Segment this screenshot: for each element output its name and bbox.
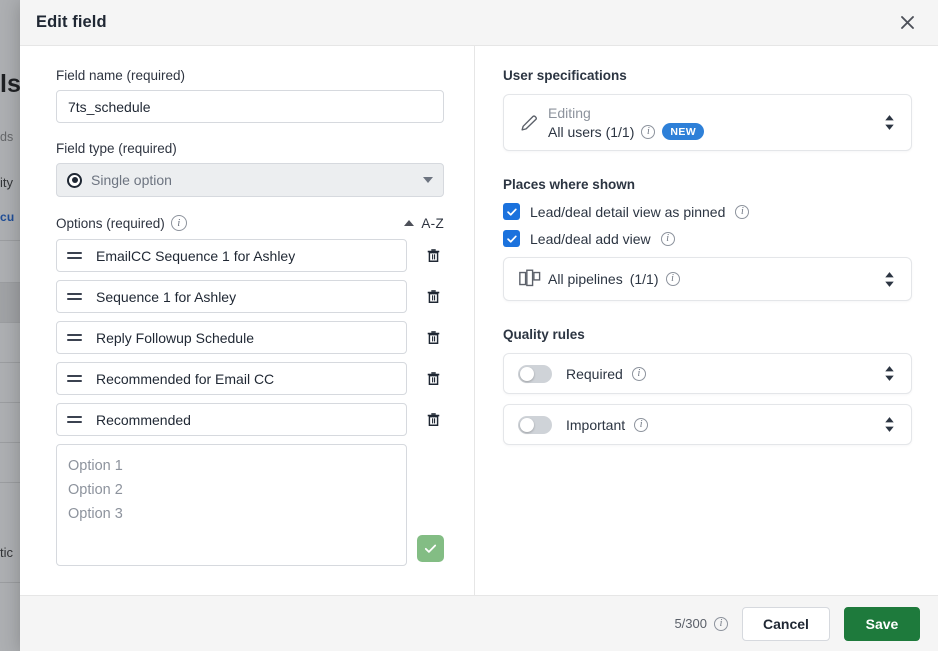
- delete-option-button[interactable]: [422, 286, 444, 308]
- options-list: EmailCC Sequence 1 for Ashley Sequence 1 …: [56, 239, 442, 436]
- cancel-button[interactable]: Cancel: [742, 607, 830, 641]
- option-row: Recommended for Email CC: [56, 362, 444, 395]
- drag-handle-icon[interactable]: [67, 293, 82, 300]
- edit-field-dialog: Edit field Field name (required) Field t…: [20, 0, 938, 651]
- left-pane: Field name (required) Field type (requir…: [20, 46, 475, 595]
- info-icon[interactable]: i: [735, 205, 749, 219]
- pipelines-icon: [518, 268, 548, 290]
- editing-card-users: All users (1/1): [548, 124, 634, 140]
- drag-handle-icon[interactable]: [67, 334, 82, 341]
- option-row: Sequence 1 for Ashley: [56, 280, 444, 313]
- field-name-label: Field name (required): [56, 68, 442, 83]
- info-icon[interactable]: i: [632, 367, 646, 381]
- option-input[interactable]: Reply Followup Schedule: [56, 321, 407, 354]
- places-where-shown-title: Places where shown: [503, 177, 918, 192]
- toggle-off[interactable]: [518, 416, 552, 434]
- field-type-value: Single option: [91, 172, 172, 188]
- toggle-off[interactable]: [518, 365, 552, 383]
- places-checkbox-list: Lead/deal detail view as pinnediLead/dea…: [489, 203, 918, 247]
- new-options-row: [56, 444, 444, 566]
- drag-handle-icon[interactable]: [67, 252, 82, 259]
- save-button[interactable]: Save: [844, 607, 920, 641]
- option-text: EmailCC Sequence 1 for Ashley: [96, 248, 295, 264]
- info-icon[interactable]: i: [171, 215, 187, 231]
- right-pane: User specifications Editing All users (1…: [475, 46, 938, 595]
- options-header: Options (required) i A-Z: [56, 215, 444, 231]
- checkbox-checked[interactable]: [503, 230, 520, 247]
- checkbox-checked[interactable]: [503, 203, 520, 220]
- counter-value: 5/300: [674, 616, 707, 631]
- pipelines-count: (1/1): [630, 271, 659, 287]
- drag-handle-icon[interactable]: [67, 375, 82, 382]
- dialog-footer: 5/300 i Cancel Save: [20, 595, 938, 651]
- options-label: Options (required): [56, 216, 165, 231]
- confirm-options-button[interactable]: [417, 535, 444, 562]
- quality-rule-card[interactable]: Important i: [503, 404, 912, 445]
- sort-az-label: A-Z: [421, 216, 444, 231]
- option-text: Sequence 1 for Ashley: [96, 289, 236, 305]
- field-type-label: Field type (required): [56, 141, 442, 156]
- option-input[interactable]: EmailCC Sequence 1 for Ashley: [56, 239, 407, 272]
- editing-card-bottom: All users (1/1) i NEW: [548, 123, 704, 140]
- delete-option-button[interactable]: [422, 409, 444, 431]
- field-type-select[interactable]: Single option: [56, 163, 444, 197]
- option-text: Reply Followup Schedule: [96, 330, 254, 346]
- option-input[interactable]: Sequence 1 for Ashley: [56, 280, 407, 313]
- expand-collapse-icon[interactable]: [882, 364, 897, 383]
- sort-az-button[interactable]: A-Z: [404, 216, 444, 231]
- quality-rule-label: Required: [566, 366, 623, 382]
- editing-card-top-label: Editing: [548, 105, 704, 121]
- option-input[interactable]: Recommended: [56, 403, 407, 436]
- place-checkbox-row[interactable]: Lead/deal detail view as pinned i: [503, 203, 918, 220]
- info-icon[interactable]: i: [714, 617, 728, 631]
- quality-rule-card[interactable]: Required i: [503, 353, 912, 394]
- close-icon[interactable]: [892, 8, 922, 38]
- delete-option-button[interactable]: [422, 368, 444, 390]
- info-icon[interactable]: i: [641, 125, 655, 139]
- checkbox-label: Lead/deal add view: [530, 231, 651, 247]
- expand-collapse-icon[interactable]: [882, 113, 897, 132]
- option-text: Recommended for Email CC: [96, 371, 274, 387]
- new-badge: NEW: [662, 123, 704, 140]
- quality-rule-label: Important: [566, 417, 625, 433]
- option-row: Recommended: [56, 403, 444, 436]
- option-row: Reply Followup Schedule: [56, 321, 444, 354]
- options-label-group: Options (required) i: [56, 215, 187, 231]
- dialog-body: Field name (required) Field type (requir…: [20, 46, 938, 595]
- dialog-header: Edit field: [20, 0, 938, 46]
- expand-collapse-icon[interactable]: [882, 415, 897, 434]
- pencil-icon: [518, 112, 548, 134]
- chevron-down-icon: [423, 177, 433, 183]
- radio-icon: [67, 173, 82, 188]
- expand-collapse-icon[interactable]: [882, 270, 897, 289]
- user-specifications-title: User specifications: [503, 68, 918, 83]
- option-row: EmailCC Sequence 1 for Ashley: [56, 239, 444, 272]
- pipelines-label: All pipelines: [548, 271, 623, 287]
- field-name-input[interactable]: [56, 90, 444, 123]
- delete-option-button[interactable]: [422, 327, 444, 349]
- triangle-up-icon: [404, 220, 414, 226]
- quality-rules-list: Required i Important i: [489, 353, 918, 445]
- place-checkbox-row[interactable]: Lead/deal add view i: [503, 230, 918, 247]
- editing-card-body: Editing All users (1/1) i NEW: [548, 105, 704, 140]
- pipelines-card[interactable]: All pipelines (1/1) i: [503, 257, 912, 301]
- option-text: Recommended: [96, 412, 191, 428]
- new-options-textarea[interactable]: [56, 444, 407, 566]
- info-icon[interactable]: i: [666, 272, 680, 286]
- checkbox-label: Lead/deal detail view as pinned: [530, 204, 725, 220]
- option-input[interactable]: Recommended for Email CC: [56, 362, 407, 395]
- dialog-title: Edit field: [36, 13, 107, 32]
- editing-permission-card[interactable]: Editing All users (1/1) i NEW: [503, 94, 912, 151]
- quality-rules-title: Quality rules: [503, 327, 918, 342]
- drag-handle-icon[interactable]: [67, 416, 82, 423]
- pipelines-card-body: All pipelines (1/1) i: [548, 271, 680, 287]
- delete-option-button[interactable]: [422, 245, 444, 267]
- info-icon[interactable]: i: [661, 232, 675, 246]
- character-counter: 5/300 i: [674, 616, 728, 631]
- info-icon[interactable]: i: [634, 418, 648, 432]
